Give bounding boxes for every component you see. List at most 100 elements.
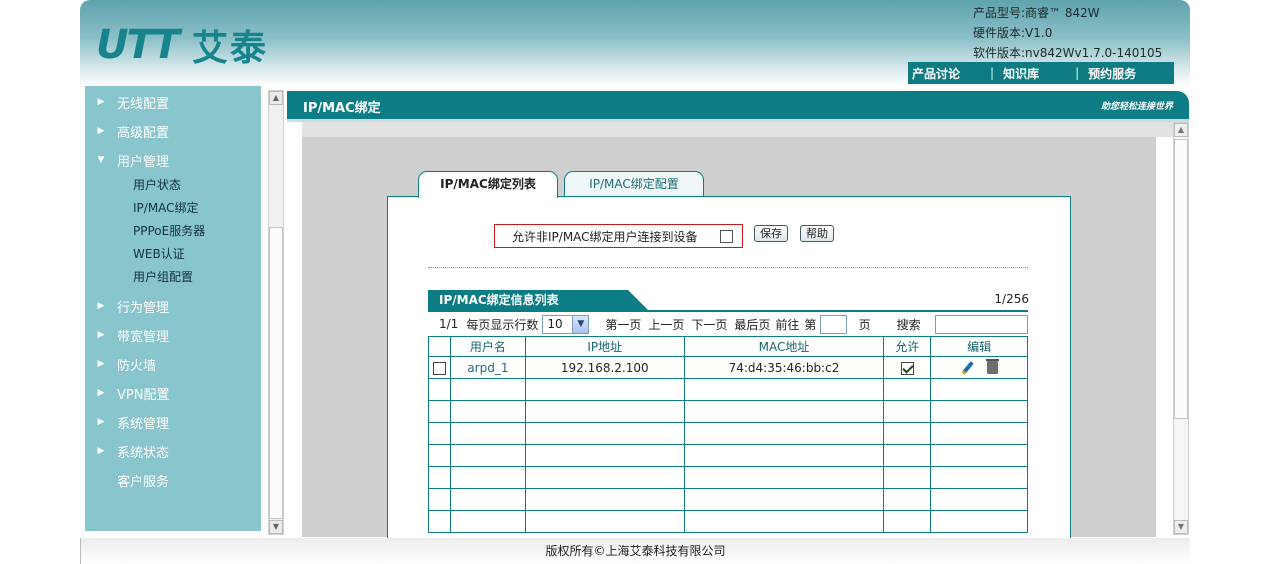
sidebar-item-label: 高级配置 [117,125,170,141]
sidebar-item-label: 防火墙 [117,358,157,374]
logo-text: 艾泰 [191,27,268,69]
sidebar-item-advanced[interactable]: ▶ 高级配置 [85,120,169,142]
table-row [428,400,1028,423]
table-row [428,422,1028,445]
sidebar-item-label: 行为管理 [117,300,170,316]
prev-page-link[interactable]: 上一页 [648,316,684,333]
page-suffix-label: 页 [858,317,871,332]
table-row [428,510,1028,533]
slogan: 助您轻松连接世界 [1100,102,1173,112]
last-page-link[interactable]: 最后页 [734,316,770,333]
chevron-right-icon: ▶ [97,388,105,398]
sidebar-item-label: 用户管理 [117,154,170,170]
search-input[interactable] [934,314,1028,334]
chevron-right-icon: ▶ [97,301,105,311]
per-page-value: 10 [547,317,563,331]
mac-cell: 74:d4:35:46:bb:c2 [683,356,885,379]
goto-label[interactable]: 前往 [775,316,799,333]
scroll-thumb[interactable] [269,227,283,519]
sidebar-item-users[interactable]: ▼ 用户管理 [85,149,169,171]
column-header[interactable]: IP地址 [524,336,685,357]
page-prefix-label: 第 [804,317,817,332]
chevron-right-icon: ▶ [97,446,105,456]
sidebar-item-support[interactable]: 客户服务 [85,469,169,491]
sidebar-item-label: 无线配置 [117,96,170,112]
pagination-bar: 1/1 每页显示行数 10 ▼ 第一页 上一页 下一页 最后页 前往 第 页 搜索 [428,310,1028,336]
sidebar-sub-user-group[interactable]: 用户组配置 [133,268,193,285]
page-title: IP/MAC绑定 [303,101,381,116]
scroll-up-icon[interactable]: ▲ [269,91,283,105]
sidebar-sub-pppoe[interactable]: PPPoE服务器 [133,222,205,239]
top-link-discussion[interactable]: 产品讨论 [912,65,960,82]
sidebar-item-wireless[interactable]: ▶ 无线配置 [85,91,169,113]
allow-unbound-label: 允许非IP/MAC绑定用户连接到设备 [512,229,698,244]
main-title-bar: IP/MAC绑定 助您轻松连接世界 [287,91,1189,119]
trash-icon[interactable] [985,359,999,375]
chevron-down-icon: ▼ [97,155,105,165]
column-header: 编辑 [930,336,1028,357]
sidebar-item-label: VPN配置 [117,387,170,403]
sidebar-item-firewall[interactable]: ▶ 防火墙 [85,353,156,375]
list-title: IP/MAC绑定信息列表 [428,290,648,310]
next-page-link[interactable]: 下一页 [691,316,727,333]
edit-icon[interactable] [961,361,975,375]
help-button[interactable]: 帮助 [800,225,834,242]
header: UTT 艾泰 产品型号:商睿™ 842W 硬件版本:V1.0 软件版本:nv84… [80,0,1190,86]
app-frame: UTT 艾泰 产品型号:商睿™ 842W 硬件版本:V1.0 软件版本:nv84… [80,0,1190,564]
chevron-down-icon[interactable]: ▼ [572,315,589,333]
sidebar-item-label: 系统状态 [117,445,170,461]
chevron-right-icon: ▶ [97,359,105,369]
sidebar-scrollbar[interactable]: ▲ ▼ [268,90,284,535]
sidebar: ▶ 无线配置 ▶ 高级配置 ▼ 用户管理 用户状态 IP/MAC绑定 PPPoE服务器… [85,86,261,531]
sidebar-item-vpn[interactable]: ▶ VPN配置 [85,382,170,404]
software-version: 软件版本:nv842Wv1.7.0-140105 [973,46,1163,60]
scroll-up-icon[interactable]: ▲ [1174,123,1188,137]
page-number-input[interactable] [820,314,847,334]
table-row [428,466,1028,489]
sidebar-item-status[interactable]: ▶ 系统状态 [85,440,169,462]
dotted-divider [428,267,1028,268]
sidebar-item-bandwidth[interactable]: ▶ 带宽管理 [85,324,169,346]
sidebar-item-system[interactable]: ▶ 系统管理 [85,411,169,433]
scroll-down-icon[interactable]: ▼ [269,520,283,534]
save-button[interactable]: 保存 [754,225,788,242]
table-row [428,444,1028,467]
table-row [428,378,1028,401]
column-header[interactable]: MAC地址 [683,336,885,357]
sidebar-sub-ipmac[interactable]: IP/MAC绑定 [133,199,199,216]
column-header[interactable]: 允许 [883,336,932,357]
sidebar-item-label: 带宽管理 [117,329,170,345]
content-scrollbar[interactable]: ▲ ▼ [1173,122,1189,535]
binding-panel: 允许非IP/MAC绑定用户连接到设备 保存 帮助 IP/MAC绑定信息列表 1/… [387,196,1071,541]
sidebar-item-behavior[interactable]: ▶ 行为管理 [85,295,169,317]
record-count: 1/256 [994,292,1029,306]
row-select-checkbox[interactable] [432,361,446,375]
first-page-link[interactable]: 第一页 [605,316,641,333]
per-page-select[interactable]: 10 ▼ [542,314,590,334]
binding-table: 用户名 IP地址 MAC地址 允许 编辑 arpd_1 192.168.2.10… [428,336,1028,533]
logo-mark: UTT [96,22,180,68]
chevron-right-icon: ▶ [97,126,105,136]
top-link-service[interactable]: 预约服务 [1088,65,1136,82]
allow-unbound-checkbox[interactable] [719,229,733,243]
content-top-band [302,122,1178,137]
top-link-knowledge[interactable]: 知识库 [1003,65,1039,82]
sidebar-sub-user-status[interactable]: 用户状态 [133,176,181,193]
tab-binding-list[interactable]: IP/MAC绑定列表 [418,171,558,198]
sidebar-item-label: 系统管理 [117,416,170,432]
chevron-right-icon: ▶ [97,330,105,340]
scroll-thumb[interactable] [1174,139,1188,419]
product-model: 产品型号:商睿™ 842W [973,6,1100,20]
username-link[interactable]: arpd_1 [467,361,508,375]
sidebar-sub-web-auth[interactable]: WEB认证 [133,245,185,262]
page-indicator: 1/1 [439,317,459,331]
ip-cell: 192.168.2.100 [524,356,685,379]
column-header[interactable]: 用户名 [449,336,526,357]
logo: UTT 艾泰 [96,20,268,70]
sidebar-item-label: 客户服务 [117,474,170,490]
scroll-down-icon[interactable]: ▼ [1174,520,1188,534]
allow-checkbox[interactable] [900,361,914,375]
table-row: arpd_1 192.168.2.100 74:d4:35:46:bb:c2 [428,356,1028,379]
tab-binding-config[interactable]: IP/MAC绑定配置 [564,171,704,197]
table-header: 用户名 IP地址 MAC地址 允许 编辑 [428,336,1028,357]
